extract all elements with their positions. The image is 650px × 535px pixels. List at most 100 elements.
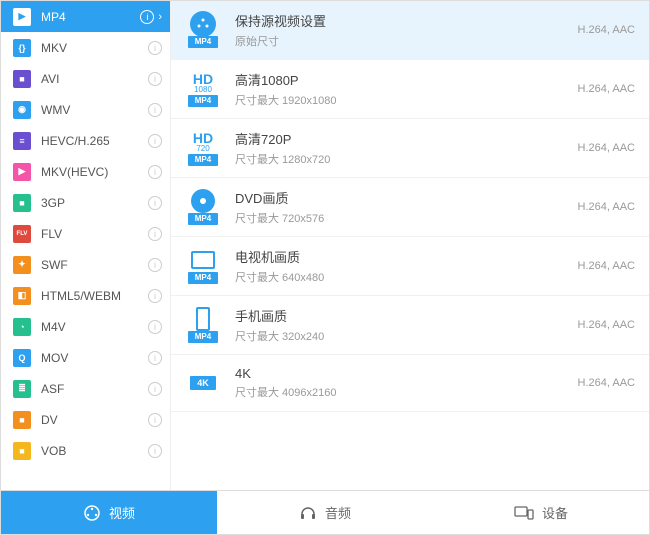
sidebar-item-flv[interactable]: FLV FLV i — [1, 218, 170, 249]
sidebar-item-label: MKV(HEVC) — [41, 165, 144, 179]
sidebar-item-vob[interactable]: ■VOBi — [1, 435, 170, 466]
format-icon: {} — [13, 39, 31, 57]
preset-title: 手机画质 — [235, 306, 578, 325]
preset-subtitle: 尺寸最大 720x576 — [235, 210, 578, 226]
sidebar-item-label: SWF — [41, 258, 144, 272]
sidebar-item-label: WMV — [41, 103, 144, 117]
bottom-tabs: 视频 音频 设备 — [1, 490, 649, 534]
audio-icon — [299, 504, 317, 522]
format-icon: ≣ — [13, 380, 31, 398]
format-icon: FLV — [13, 225, 31, 243]
info-icon[interactable]: i — [140, 10, 154, 24]
sidebar-item-mkv[interactable]: {} MKV i — [1, 32, 170, 63]
info-icon[interactable]: i — [148, 103, 162, 117]
sidebar-item-label: MKV — [41, 41, 144, 55]
info-icon[interactable]: i — [148, 165, 162, 179]
info-icon[interactable]: i — [148, 320, 162, 334]
sidebar-item-label: 3GP — [41, 196, 144, 210]
video-icon — [83, 504, 101, 522]
sidebar-item-label: MOV — [41, 351, 144, 365]
info-icon[interactable]: i — [148, 413, 162, 427]
preset-item[interactable]: MP4 DVD画质尺寸最大 720x576H.264, AAC — [171, 178, 649, 237]
sidebar-item-wmv[interactable]: ◉ WMV i — [1, 94, 170, 125]
format-icon: ✦ — [13, 256, 31, 274]
info-icon[interactable]: i — [148, 444, 162, 458]
tab-device-label: 设备 — [542, 503, 568, 522]
info-icon[interactable]: i — [148, 227, 162, 241]
sidebar-item-label: AVI — [41, 72, 144, 86]
sidebar-item-label: FLV — [41, 227, 144, 241]
preset-subtitle: 原始尺寸 — [235, 33, 578, 49]
sidebar-item-mov[interactable]: QMOVi — [1, 342, 170, 373]
sidebar-item-asf[interactable]: ≣ ASF i — [1, 373, 170, 404]
sidebar-item-mkv-hevc-[interactable]: ▶ MKV(HEVC) i — [1, 156, 170, 187]
preset-icon: 4K — [185, 365, 221, 401]
preset-title: 4K — [235, 366, 578, 381]
info-icon[interactable]: i — [148, 351, 162, 365]
sidebar-item-label: HEVC/H.265 — [41, 134, 144, 148]
sidebar-item-3gp[interactable]: ■ 3GP i — [1, 187, 170, 218]
format-icon: ≡ — [13, 132, 31, 150]
info-icon[interactable]: i — [148, 258, 162, 272]
sidebar-item-hevc-h-265[interactable]: ≡ HEVC/H.265 i — [1, 125, 170, 156]
format-icon: ◔ — [13, 318, 31, 336]
sidebar-item-dv[interactable]: ■ DV i — [1, 404, 170, 435]
preset-list: MP4保持源视频设置原始尺寸H.264, AACHD1080MP4高清1080P… — [171, 1, 649, 490]
tab-audio[interactable]: 音频 — [217, 491, 433, 534]
format-icon: ◧ — [13, 287, 31, 305]
preset-title: 保持源视频设置 — [235, 11, 578, 30]
sidebar-item-label: M4V — [41, 320, 144, 334]
preset-icon: MP4 — [185, 307, 221, 343]
info-icon[interactable]: i — [148, 134, 162, 148]
preset-item[interactable]: MP4电视机画质尺寸最大 640x480H.264, AAC — [171, 237, 649, 296]
info-icon[interactable]: i — [148, 382, 162, 396]
sidebar-item-label: HTML5/WEBM — [41, 289, 144, 303]
preset-item[interactable]: MP4 手机画质尺寸最大 320x240H.264, AAC — [171, 296, 649, 355]
preset-icon: MP4 — [185, 248, 221, 284]
info-icon[interactable]: i — [148, 72, 162, 86]
device-icon — [514, 506, 534, 520]
preset-subtitle: 尺寸最大 1280x720 — [235, 151, 578, 167]
preset-codec: H.264, AAC — [578, 260, 635, 272]
preset-codec: H.264, AAC — [578, 142, 635, 154]
info-icon[interactable]: i — [148, 196, 162, 210]
sidebar-item-avi[interactable]: ■ AVI i — [1, 63, 170, 94]
preset-subtitle: 尺寸最大 1920x1080 — [235, 92, 578, 108]
sidebar-item-label: DV — [41, 413, 144, 427]
preset-item[interactable]: HD720MP4高清720P尺寸最大 1280x720H.264, AAC — [171, 119, 649, 178]
preset-subtitle: 尺寸最大 4096x2160 — [235, 384, 578, 400]
tab-video[interactable]: 视频 — [1, 491, 217, 534]
preset-item[interactable]: 4K 4K 尺寸最大 4096x2160H.264, AAC — [171, 355, 649, 412]
format-sidebar: ▶MP4i›{}MKVi■AVIi◉WMVi≡HEVC/H.265i▶MKV(H… — [1, 1, 171, 490]
format-icon: ▶ — [13, 163, 31, 181]
format-icon: ■ — [13, 70, 31, 88]
format-icon: ▶ — [13, 8, 31, 26]
preset-title: DVD画质 — [235, 188, 578, 207]
preset-subtitle: 尺寸最大 640x480 — [235, 269, 578, 285]
sidebar-item-label: ASF — [41, 382, 144, 396]
info-icon[interactable]: i — [148, 41, 162, 55]
preset-codec: H.264, AAC — [578, 201, 635, 213]
sidebar-item-html5-webm[interactable]: ◧ HTML5/WEBM i — [1, 280, 170, 311]
format-icon: ■ — [13, 411, 31, 429]
preset-codec: H.264, AAC — [578, 319, 635, 331]
preset-codec: H.264, AAC — [578, 24, 635, 36]
preset-item[interactable]: MP4保持源视频设置原始尺寸H.264, AAC — [171, 1, 649, 60]
sidebar-item-mp4[interactable]: ▶MP4i› — [1, 1, 170, 32]
preset-icon: HD1080MP4 — [185, 71, 221, 107]
tab-audio-label: 音频 — [325, 503, 351, 522]
sidebar-item-swf[interactable]: ✦ SWF i — [1, 249, 170, 280]
preset-icon: HD720MP4 — [185, 130, 221, 166]
format-icon: ◉ — [13, 101, 31, 119]
tab-video-label: 视频 — [109, 503, 135, 522]
sidebar-item-label: VOB — [41, 444, 144, 458]
tab-device[interactable]: 设备 — [433, 491, 649, 534]
preset-item[interactable]: HD1080MP4高清1080P尺寸最大 1920x1080H.264, AAC — [171, 60, 649, 119]
sidebar-item-m4v[interactable]: ◔ M4V i — [1, 311, 170, 342]
preset-codec: H.264, AAC — [578, 377, 635, 389]
format-icon: ■ — [13, 194, 31, 212]
preset-icon: MP4 — [185, 189, 221, 225]
preset-subtitle: 尺寸最大 320x240 — [235, 328, 578, 344]
chevron-right-icon: › — [158, 11, 162, 23]
info-icon[interactable]: i — [148, 289, 162, 303]
